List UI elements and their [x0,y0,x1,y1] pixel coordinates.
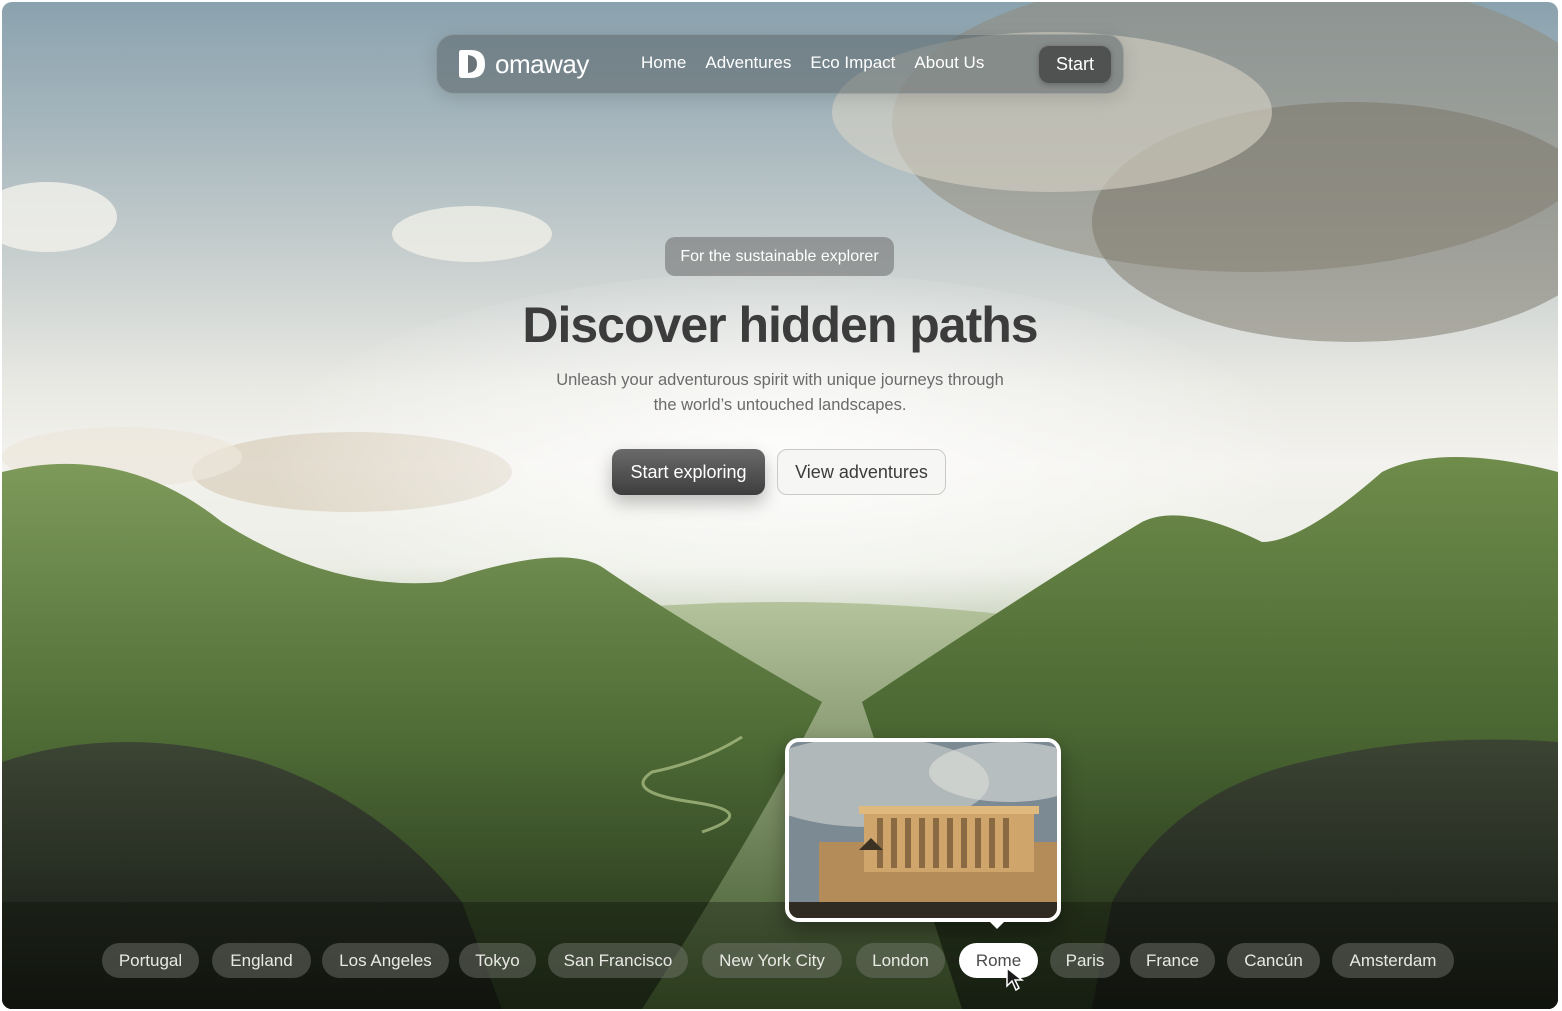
chip-los-angeles[interactable]: Los Angeles [322,943,449,978]
destination-preview-card[interactable] [785,738,1061,922]
chip-san-francisco[interactable]: San Francisco [548,943,688,978]
nav-link-about-us[interactable]: About Us [914,53,984,73]
start-button[interactable]: Start [1039,45,1111,83]
chip-tokyo[interactable]: Tokyo [459,943,536,978]
chip-england[interactable]: England [212,943,311,978]
chip-london[interactable]: London [856,943,945,978]
view-adventures-button[interactable]: View adventures [777,449,946,495]
hero-subtitle-line-1: Unleash your adventurous spirit with uni… [556,371,1004,389]
nav-link-home[interactable]: Home [641,53,686,73]
hero-tag: For the sustainable explorer [665,237,894,276]
chip-paris[interactable]: Paris [1050,943,1120,978]
chip-portugal[interactable]: Portugal [102,943,199,978]
chip-new-york-city[interactable]: New York City [702,943,842,978]
destination-preview-image [789,742,1057,918]
nav-link-eco-impact[interactable]: Eco Impact [810,53,895,73]
mouse-pointer-icon [1005,966,1027,997]
chip-france[interactable]: France [1130,943,1215,978]
nav-links: Home Adventures Eco Impact About Us [641,53,984,73]
landscape-background [2,2,1558,1009]
nav-link-adventures[interactable]: Adventures [705,53,791,73]
omaway-logo-icon [457,47,487,81]
page-title: Discover hidden paths [522,297,1038,353]
top-navigation: omaway Home Adventures Eco Impact About … [436,34,1124,94]
hero-subtitle: Unleash your adventurous spirit with uni… [530,368,1030,418]
chip-cancun[interactable]: Cancún [1227,943,1320,978]
preview-pointer [988,920,1006,929]
hero-subtitle-line-2: the world’s untouched landscapes. [653,396,907,414]
start-exploring-button[interactable]: Start exploring [612,449,765,495]
hero-section: omaway Home Adventures Eco Impact About … [2,2,1558,1009]
logo[interactable]: omaway [457,47,589,81]
chip-amsterdam[interactable]: Amsterdam [1332,943,1454,978]
brand-name: omaway [495,48,589,79]
